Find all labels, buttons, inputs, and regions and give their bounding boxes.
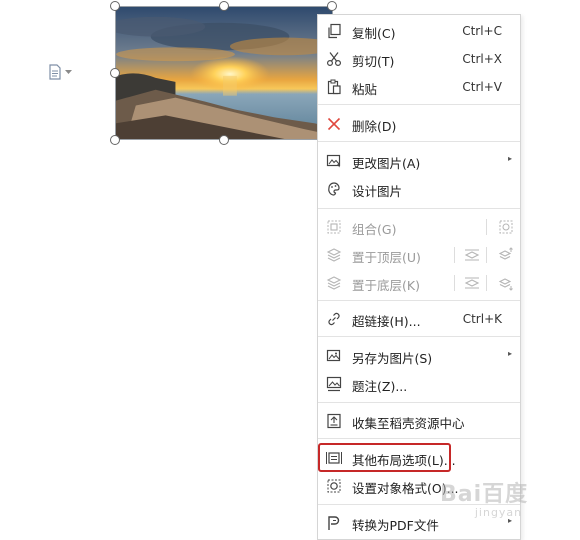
pdf-icon xyxy=(328,516,340,530)
menu-divider xyxy=(318,104,520,105)
resize-handle-bottom-left[interactable] xyxy=(110,135,120,145)
menu-divider xyxy=(318,438,520,439)
menu-item-label: 复制(C) xyxy=(352,26,396,41)
back-layer-icon xyxy=(464,277,480,289)
resize-handle-top-right[interactable] xyxy=(327,1,337,11)
front-layer-icon xyxy=(464,249,480,261)
inline-divider xyxy=(486,275,487,291)
caption-icon xyxy=(326,376,342,392)
menu-item-send-to-back[interactable]: 置于底层(K) xyxy=(318,269,520,297)
resize-handle-left[interactable] xyxy=(110,68,120,78)
shortcut-text: Ctrl+X xyxy=(462,52,502,66)
menu-divider xyxy=(318,300,520,301)
send-backward-icon xyxy=(498,278,513,291)
paste-icon xyxy=(327,79,341,95)
link-icon xyxy=(328,312,340,326)
menu-item-group[interactable]: 组合(G) xyxy=(318,213,520,241)
delete-x-icon xyxy=(327,117,341,131)
inline-divider xyxy=(454,275,455,291)
menu-item-delete[interactable]: 删除(D) xyxy=(318,110,520,138)
menu-item-change-image[interactable]: 更改图片(A) ▸ xyxy=(318,147,520,175)
menu-item-paste[interactable]: 粘贴 Ctrl+V xyxy=(318,73,520,101)
bring-forward-icon xyxy=(498,247,513,260)
menu-item-label: 粘贴 xyxy=(352,82,378,97)
copy-icon xyxy=(328,23,341,39)
send-to-back-icon xyxy=(326,276,342,290)
submenu-arrow-icon: ▸ xyxy=(507,349,512,358)
submenu-arrow-icon: ▸ xyxy=(507,154,512,163)
menu-divider xyxy=(318,208,520,209)
menu-item-bring-to-front[interactable]: 置于顶层(U) xyxy=(318,241,520,269)
selected-image[interactable] xyxy=(110,1,337,145)
menu-item-collect[interactable]: 收集至稻壳资源中心 xyxy=(318,407,520,435)
menu-item-save-as-image[interactable]: 另存为图片(S) ▸ xyxy=(318,342,520,370)
menu-item-label: 题注(Z)... xyxy=(352,379,408,394)
inline-divider xyxy=(454,247,455,263)
menu-divider xyxy=(318,402,520,403)
group-shortcut-icon xyxy=(499,220,513,234)
resize-handle-top-left[interactable] xyxy=(110,1,120,11)
save-image-icon xyxy=(326,349,341,362)
watermark-text: Bai百度 xyxy=(440,482,529,507)
menu-divider xyxy=(318,141,520,142)
collect-icon xyxy=(327,413,341,429)
shortcut-text: Ctrl+K xyxy=(462,312,502,326)
inline-divider xyxy=(486,219,487,235)
menu-divider xyxy=(318,336,520,337)
group-icon xyxy=(327,220,341,234)
shortcut-text: Ctrl+C xyxy=(462,24,502,38)
menu-item-label: 剪切(T) xyxy=(352,54,395,69)
document-icon xyxy=(49,64,61,80)
sunset-coast-photo xyxy=(116,7,332,139)
resize-handle-top[interactable] xyxy=(219,1,229,11)
highlight-annotation-box xyxy=(318,443,451,472)
menu-item-caption[interactable]: 题注(Z)... xyxy=(318,370,520,398)
bring-to-front-icon xyxy=(326,248,342,262)
menu-item-label: 转换为PDF文件 xyxy=(352,518,439,533)
document-options-icon[interactable] xyxy=(48,64,78,80)
menu-item-copy[interactable]: 复制(C) Ctrl+C xyxy=(318,17,520,45)
menu-item-label: 更改图片(A) xyxy=(352,156,421,171)
shortcut-text: Ctrl+V xyxy=(462,80,502,94)
menu-item-label: 另存为图片(S) xyxy=(352,351,433,366)
menu-item-label: 组合(G) xyxy=(352,222,397,237)
inline-divider xyxy=(486,247,487,263)
menu-item-label: 删除(D) xyxy=(352,119,397,134)
resize-handle-bottom[interactable] xyxy=(219,135,229,145)
chevron-down-icon xyxy=(65,69,72,74)
menu-item-cut[interactable]: 剪切(T) Ctrl+X xyxy=(318,45,520,73)
menu-item-label: 置于底层(K) xyxy=(352,278,420,293)
menu-item-label: 超链接(H)... xyxy=(352,314,421,329)
baidu-watermark: Bai百度 jingyan xyxy=(440,476,528,519)
change-image-icon xyxy=(326,154,341,168)
watermark-subtext: jingyan xyxy=(474,506,523,519)
menu-item-label: 置于顶层(U) xyxy=(352,250,421,265)
menu-item-design-image[interactable]: 设计图片 xyxy=(318,175,520,203)
menu-item-label: 收集至稻壳资源中心 xyxy=(352,416,465,431)
design-image-icon xyxy=(328,182,340,196)
menu-item-label: 设计图片 xyxy=(352,184,403,199)
menu-item-hyperlink[interactable]: 超链接(H)... Ctrl+K xyxy=(318,305,520,333)
scissors-icon xyxy=(326,52,342,67)
format-object-icon xyxy=(327,479,341,493)
